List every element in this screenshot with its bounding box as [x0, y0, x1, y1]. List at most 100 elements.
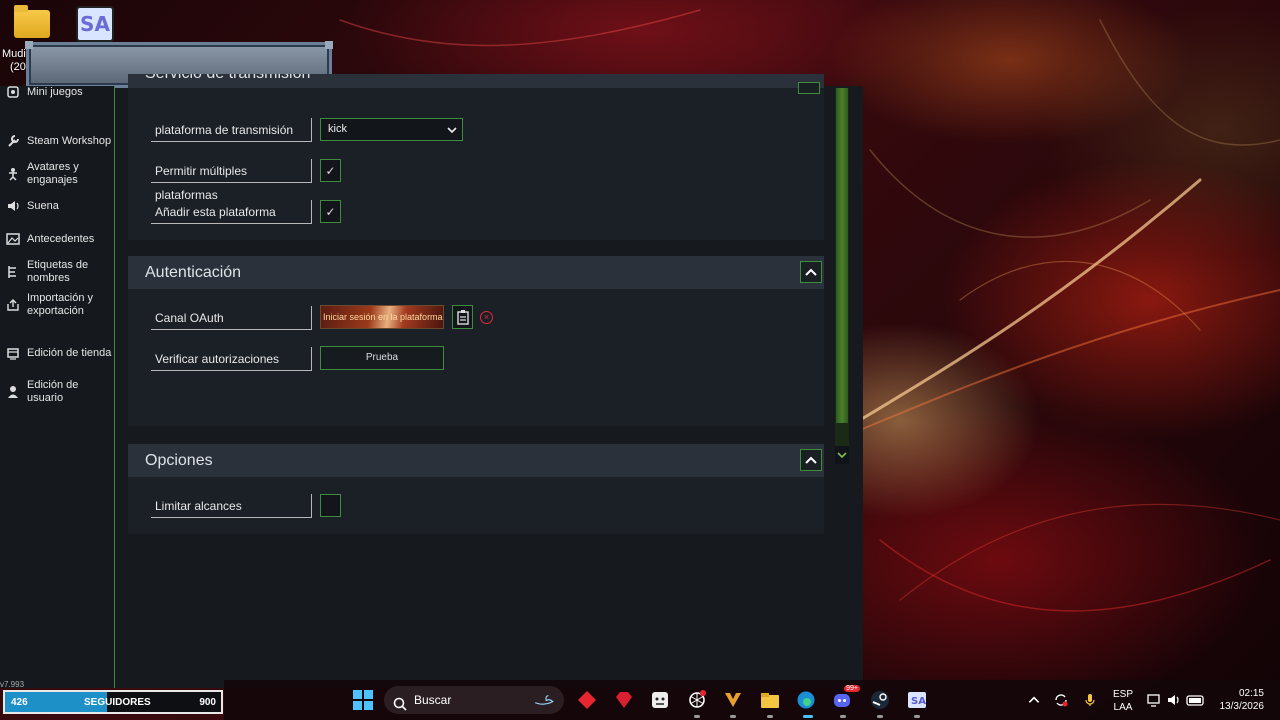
swan-widget-icon[interactable]	[524, 689, 564, 711]
sidebar-item-label: Steam Workshop	[27, 134, 112, 147]
sa-app-desktop-icon[interactable]: SA	[76, 6, 114, 42]
network-icon[interactable]	[1146, 689, 1162, 711]
sidebar-item-sounds[interactable]: Suena	[6, 199, 114, 213]
openai-icon[interactable]	[686, 689, 708, 711]
add-platform-label: Añadir esta plataforma	[151, 200, 312, 224]
clock-date: 13/3/2026	[1219, 701, 1265, 712]
sidebar-item-label: Mini juegos	[27, 85, 83, 98]
file-explorer-icon[interactable]	[759, 689, 781, 711]
active-indicator	[803, 715, 813, 718]
sidebar-item-label: Importación y exportación	[27, 292, 94, 317]
desktop-icon-label: Mudi	[2, 48, 26, 60]
image-icon	[6, 232, 20, 246]
person-icon	[6, 167, 20, 181]
sidebar-item-avatars[interactable]: Avatares y enganajes	[6, 161, 114, 187]
face-app-icon[interactable]	[649, 689, 671, 711]
sync-icon[interactable]	[1053, 689, 1069, 711]
sidebar-item-import-export[interactable]: Importación y exportación	[6, 292, 114, 318]
platform-label: plataforma de transmisión	[151, 118, 312, 142]
running-indicator	[877, 715, 883, 718]
followers-current: 426	[11, 697, 28, 708]
gamepad-icon	[6, 85, 20, 99]
wrench-icon	[6, 134, 20, 148]
followers-label: SEGUIDORES	[84, 697, 151, 708]
discord-icon[interactable]: 99+	[832, 685, 860, 711]
oauth-login-button[interactable]: Iniciar sesión en la plataforma	[320, 305, 444, 329]
running-indicator	[914, 715, 920, 718]
multi-platform-checkbox[interactable]: ✓	[320, 159, 341, 182]
volume-icon[interactable]	[1166, 689, 1182, 711]
sidebar-item-user-editing[interactable]: Edición de usuario	[6, 379, 114, 405]
ruby-app-icon[interactable]	[613, 689, 635, 711]
verify-label: Verificar autorizaciones	[151, 347, 312, 371]
edge-browser-icon[interactable]	[795, 689, 817, 711]
options-panel-title: Opciones	[145, 452, 213, 469]
test-button[interactable]: Prueba	[320, 346, 444, 370]
scroll-down-button[interactable]	[835, 446, 849, 464]
authentication-panel-header: Autenticación	[128, 256, 824, 289]
search-icon	[393, 693, 407, 720]
check-icon: ✓	[325, 204, 336, 219]
streaming-panel-title: Servicio de transmisión	[145, 74, 310, 82]
copy-token-button[interactable]	[452, 305, 473, 329]
authentication-collapse-button[interactable]	[800, 261, 822, 283]
clock[interactable]: 02:15 13/3/2026	[1214, 687, 1265, 713]
chevron-up-icon	[805, 456, 817, 464]
sidebar-item-label: Etiquetas de nombres	[27, 259, 89, 284]
authentication-panel-title: Autenticación	[145, 264, 242, 281]
clock-time: 02:15	[1238, 688, 1264, 699]
scrollbar-thumb[interactable]	[836, 88, 848, 423]
red-diamond-app-icon[interactable]	[576, 689, 598, 711]
platform-select[interactable]: kick	[320, 118, 463, 141]
sidebar: Mini juegos Steam Workshop Avatares y en…	[0, 86, 115, 688]
svg-text:SA: SA	[911, 696, 926, 707]
taskbar: Buscar 99+ SA ESP LAA 02:15 13/3/2026	[224, 680, 1280, 720]
streaming-collapse-button[interactable]	[798, 82, 820, 94]
valorant-icon[interactable]	[722, 689, 744, 711]
input-language[interactable]: ESP LAA	[1111, 688, 1135, 714]
sidebar-item-name-tags[interactable]: Etiquetas de nombres	[6, 259, 114, 285]
sa-app-taskbar-icon[interactable]: SA	[906, 689, 928, 711]
running-indicator	[694, 715, 700, 718]
sidebar-item-label: Avatares y enganajes	[27, 161, 79, 186]
multi-platform-label: Permitir múltiples plataformas	[151, 159, 312, 202]
sa-app-icon-text: SA	[80, 12, 110, 36]
chevron-down-icon	[837, 452, 847, 459]
running-indicator	[767, 715, 773, 718]
windows-start-icon[interactable]	[352, 689, 374, 711]
search-placeholder: Buscar	[414, 693, 452, 707]
add-platform-checkbox[interactable]: ✓	[320, 200, 341, 223]
folder-desktop-icon[interactable]	[14, 5, 50, 38]
microphone-icon[interactable]	[1082, 689, 1098, 711]
limit-scopes-checkbox[interactable]	[320, 494, 341, 517]
sidebar-item-mini-games[interactable]: Mini juegos	[6, 85, 114, 99]
discord-notification-badge: 99+	[844, 685, 860, 692]
sidebar-item-steam-workshop[interactable]: Steam Workshop	[6, 134, 114, 148]
import-export-icon	[6, 298, 20, 312]
version-text: v7.993	[0, 680, 25, 689]
streaming-service-panel: Servicio de transmisión plataforma de tr…	[128, 74, 824, 240]
sidebar-item-backgrounds[interactable]: Antecedentes	[6, 232, 114, 246]
steam-icon[interactable]	[869, 689, 891, 711]
streaming-panel-header: Servicio de transmisión	[128, 74, 824, 88]
authentication-panel: Autenticación Canal OAuth Iniciar sesión…	[128, 256, 824, 426]
options-collapse-button[interactable]	[800, 449, 822, 471]
clear-oauth-icon[interactable]: ×	[480, 311, 493, 324]
test-button-label: Prueba	[365, 352, 399, 363]
options-panel-header: Opciones	[128, 444, 824, 477]
sidebar-item-label: Suena	[27, 199, 59, 212]
chevron-down-icon	[446, 123, 458, 144]
cart-icon	[6, 346, 20, 360]
oauth-login-button-label: Iniciar sesión en la plataforma	[323, 312, 443, 322]
running-indicator	[730, 715, 736, 718]
sidebar-item-label: Edición de usuario	[27, 379, 79, 404]
sidebar-item-label: Edición de tienda	[27, 346, 112, 359]
sidebar-item-store-editing[interactable]: Edición de tienda	[6, 346, 114, 360]
options-panel: Opciones Limitar alcances	[128, 444, 824, 534]
running-indicator	[840, 715, 846, 718]
battery-icon[interactable]	[1186, 689, 1206, 711]
platform-select-value: kick	[328, 123, 347, 135]
content-scrollbar[interactable]	[835, 88, 849, 464]
tray-overflow-icon[interactable]	[1027, 689, 1041, 711]
user-icon	[6, 385, 20, 399]
